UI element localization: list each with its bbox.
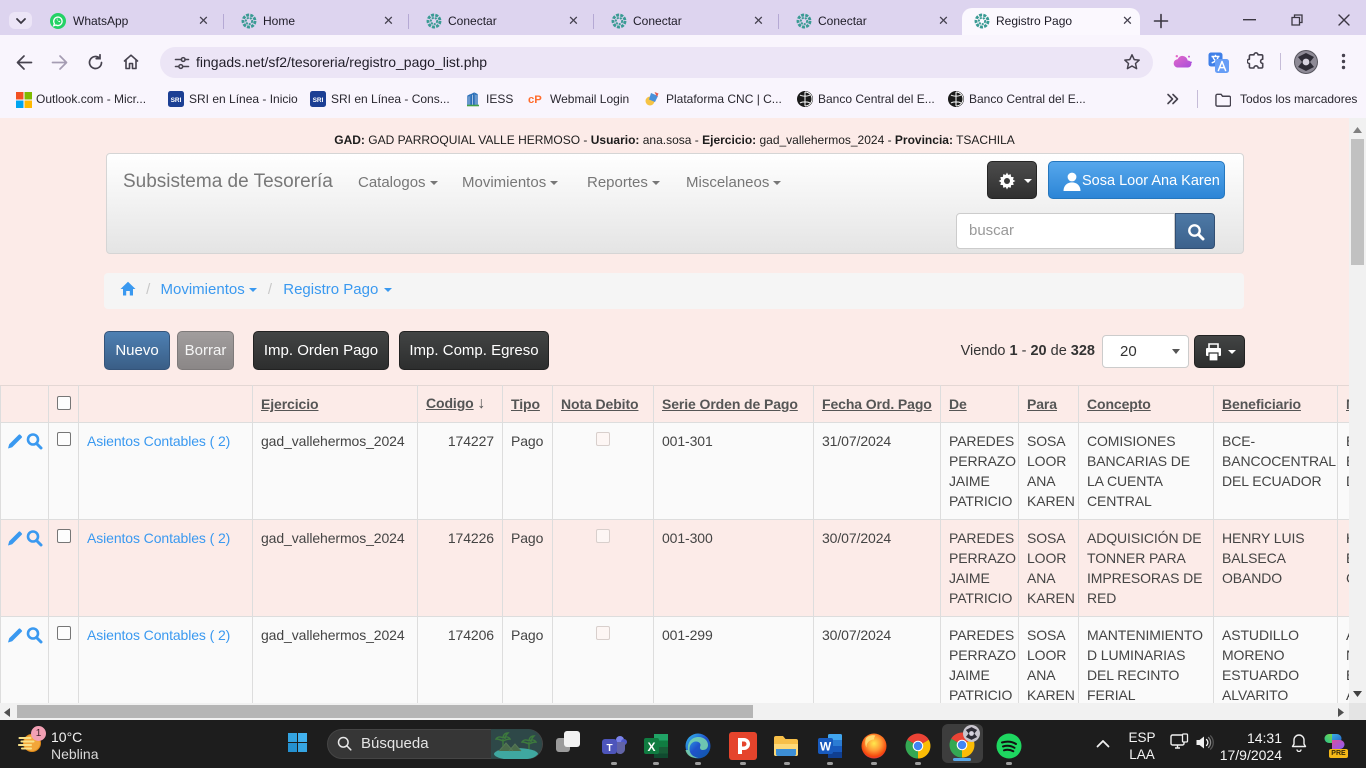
svg-text:SRI: SRI bbox=[313, 97, 324, 104]
svg-text:W: W bbox=[820, 740, 832, 754]
svg-text:X: X bbox=[647, 740, 655, 754]
svg-text:T: T bbox=[606, 743, 612, 754]
svg-text:SRI: SRI bbox=[171, 97, 182, 104]
svg-text:cP: cP bbox=[528, 94, 542, 106]
